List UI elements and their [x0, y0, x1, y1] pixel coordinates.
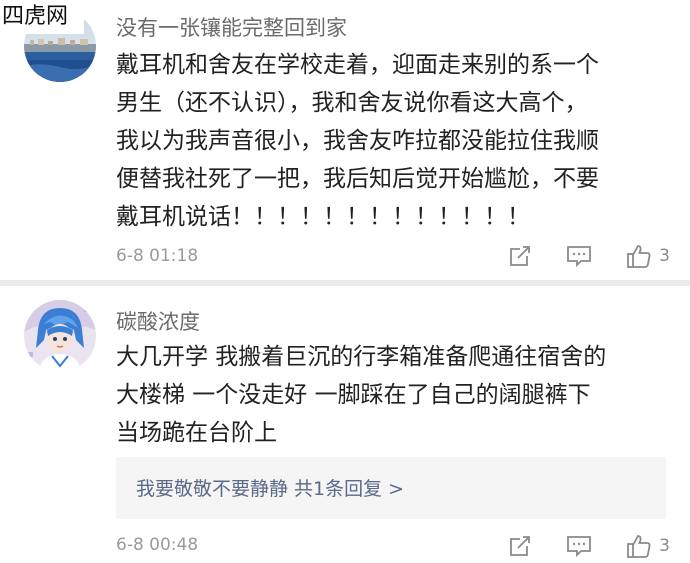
view-replies-link[interactable]: 我要敬敬不要静静 共1条回复 >: [136, 474, 404, 501]
comment-actions: 3: [475, 240, 670, 272]
forward-icon: [510, 536, 531, 556]
thumbs-up-icon: [627, 535, 651, 558]
comment-text-line: 便替我社死了一把，我后知后觉开始尴尬，不要: [116, 166, 599, 192]
comment-text-line: 我以为我声音很小，我舍友咋拉都没能拉住我顺: [116, 128, 599, 154]
like-button[interactable]: 3: [625, 240, 670, 272]
comment-text-line: 当场跪在台阶上: [116, 420, 277, 446]
comment-item: 碳酸浓度 大几开学 我搬着巨沉的行李箱准备爬通往宿舍的 大楼梯 一个没走好 一脚…: [0, 286, 690, 563]
avatar[interactable]: [24, 300, 96, 372]
like-button[interactable]: 3: [625, 530, 670, 562]
watermark-logo: 四虎网: [0, 0, 84, 34]
comment-actions: 3: [475, 530, 670, 562]
reply-button[interactable]: [565, 530, 593, 562]
reply-button[interactable]: [565, 240, 593, 272]
comment-text-line: 大几开学 我搬着巨沉的行李箱准备爬通往宿舍的: [116, 344, 607, 370]
comment-timestamp: 6-8 01:18: [116, 246, 199, 266]
comment-text-line: 男生（还不认识），我和舍友说你看这大高个，: [116, 90, 588, 116]
comment-item: 没有一张镶能完整回到家 戴耳机和舍友在学校走着，迎面走来别的系一个 男生（还不认…: [0, 0, 690, 280]
reply-preview: 我要敬敬不要静静 共1条回复 >: [116, 457, 666, 519]
comment-icon: [567, 536, 592, 558]
comment-icon: [567, 246, 592, 268]
forward-button[interactable]: [507, 530, 533, 562]
comment-username[interactable]: 没有一张镶能完整回到家: [116, 12, 347, 42]
thumbs-up-icon: [627, 245, 651, 268]
like-count: 3: [659, 246, 670, 266]
comment-username[interactable]: 碳酸浓度: [116, 306, 200, 336]
comment-timestamp: 6-8 00:48: [116, 535, 199, 555]
forward-button[interactable]: [507, 240, 533, 272]
comment-text: 大几开学 我搬着巨沉的行李箱准备爬通往宿舍的 大楼梯 一个没走好 一脚踩在了自己…: [116, 338, 676, 452]
comment-text-line: 戴耳机说话！！！！！！！！！！！！！: [116, 204, 530, 230]
forward-icon: [510, 246, 531, 266]
like-count: 3: [659, 536, 670, 556]
comment-text-line: 戴耳机和舍友在学校走着，迎面走来别的系一个: [116, 52, 599, 78]
comment-text-line: 大楼梯 一个没走好 一脚踩在了自己的阔腿裤下: [116, 382, 591, 408]
comment-text: 戴耳机和舍友在学校走着，迎面走来别的系一个 男生（还不认识），我和舍友说你看这大…: [116, 46, 676, 236]
